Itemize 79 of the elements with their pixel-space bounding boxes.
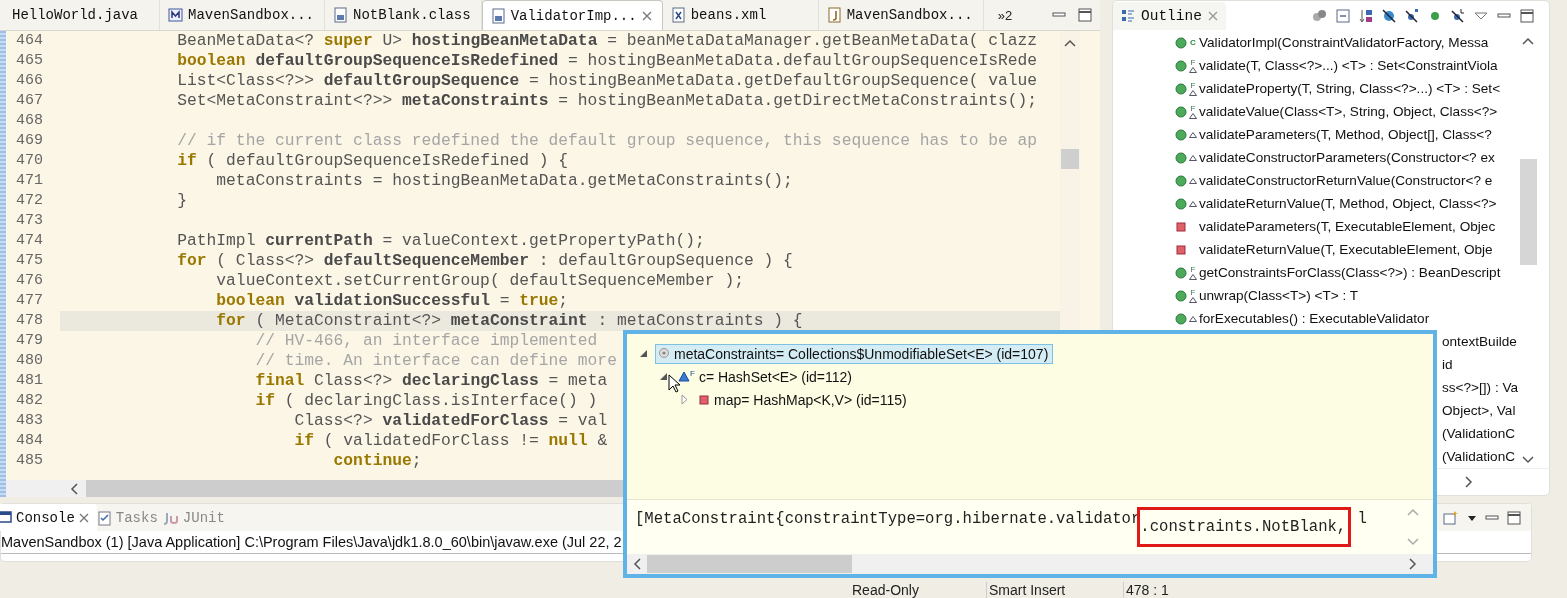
modifier-label: F — [1190, 265, 1196, 274]
outline-item[interactable]: F validateProperty(T, String, Class<?>...) <T> : Set< — [1113, 77, 1519, 100]
process-label: MavenSandbox (1) [Java Application] C:\Program Files\Java\jdk1.8.0_60\bin\javaw.exe (Jul 22, 2 — [1, 534, 622, 550]
line-number: 471 — [15, 171, 44, 191]
status-field: Smart Insert — [986, 582, 1123, 598]
outline-item[interactable]: validateParameters(T, Method, Object[], Class<? — [1113, 123, 1519, 146]
editor-tab[interactable]: NotBlank.class — [325, 0, 482, 30]
code-line: // if the current class redefined the default group sequence, this sequence has to be ap — [176, 131, 1038, 151]
detail-text: l — [1356, 510, 1367, 530]
line-number: 485 — [15, 451, 44, 471]
outline-item[interactable]: F unwrap(Class<T>) <T> : T — [1113, 284, 1519, 307]
modifier-label: F — [1190, 104, 1196, 113]
line-number: 474 — [15, 231, 44, 251]
annotation-box: .constraints.NotBlank, — [1140, 510, 1349, 544]
line-number: 482 — [15, 391, 44, 411]
line-number: 479 — [15, 331, 44, 351]
code-line: BeanMetaData<? super U> hostingBeanMetaData = beanMetaDataManager.getBeanMetaData( clazz — [176, 31, 1038, 51]
code-line: boolean validationSuccessful = true; — [215, 291, 569, 311]
code-line: Class<?> validatedForClass = val — [293, 411, 608, 431]
line-number: 466 — [15, 71, 44, 91]
editor-tab[interactable]: MavenSandbox... — [818, 0, 984, 30]
code-line: // HV-466, an interface implemented — [254, 331, 598, 351]
line-number: 483 — [15, 411, 44, 431]
line-number: 470 — [15, 151, 44, 171]
outline-item[interactable]: forExecutables() : ExecutableValidator — [1113, 307, 1519, 330]
code-line: if ( defaultGroupSequenceIsRedefined ) { — [176, 151, 569, 171]
outline-item[interactable]: validateConstructorReturnValue(Constructor<? e — [1113, 169, 1519, 192]
code-line: valueContext.setCurrentGroup( defaultSequenceMember ); — [215, 271, 744, 291]
detail-text: [MetaConstraint{constraintType=org.hibernate.validator — [635, 510, 1141, 530]
more-tabs-button[interactable]: »2 — [997, 7, 1013, 23]
code-line: for ( Class<?> defaultSequenceMember : defaultGroupSequence ) { — [176, 251, 793, 271]
line-number: 484 — [15, 431, 44, 451]
code-line: final Class<?> declaringClass = meta — [254, 371, 608, 391]
line-number: 467 — [15, 91, 44, 111]
outline-item[interactable]: F getConstraintsForClass(Class<?>) : BeanDescript — [1113, 261, 1519, 284]
line-number: 473 — [15, 211, 44, 231]
line-number: 476 — [15, 271, 44, 291]
line-number: 468 — [15, 111, 44, 131]
outline-item[interactable]: validateReturnValue(T, Method, Object, Class<?> — [1113, 192, 1519, 215]
code-line: boolean defaultGroupSequenceIsRedefined = hostingBeanMetaData.defaultGroupSequenceIsRede — [176, 51, 1038, 71]
modifier-label: F — [690, 370, 695, 378]
outline-item[interactable]: validateReturnValue(T, ExecutableElement, Obje — [1113, 238, 1519, 261]
modifier-label: F — [1190, 58, 1196, 67]
line-number: 472 — [15, 191, 44, 211]
variable-node[interactable]: metaConstraints= Collections$UnmodifiableSet<E> (id=107) — [655, 343, 1054, 364]
code-line: // time. An interface can define more — [254, 351, 617, 371]
outline-item[interactable]: validateConstructorParameters(Constructor<? ex — [1113, 146, 1519, 169]
code-line: PathImpl currentPath = valueContext.getPropertyPath(); — [176, 231, 705, 251]
line-number: 477 — [15, 291, 44, 311]
line-number: 475 — [15, 251, 44, 271]
line-number: 478 — [15, 311, 44, 331]
code-line: if ( declaringClass.isInterface() ) — [254, 391, 598, 411]
code-line: List<Class<?>> defaultGroupSequence = hostingBeanMetaData.getDefaultGroupSequence( value — [176, 71, 1038, 91]
outline-item[interactable]: validateParameters(T, ExecutableElement, Objec — [1113, 215, 1519, 238]
line-number: 481 — [15, 371, 44, 391]
line-number: 465 — [15, 51, 44, 71]
console-tab[interactable]: Console — [0, 504, 97, 531]
outline-item[interactable]: C ValidatorImpl(ConstraintValidatorFactory, Messa — [1113, 31, 1519, 54]
code-line: } — [176, 191, 187, 211]
status-field: 478 : 1 — [1123, 582, 1260, 598]
editor-tab[interactable]: MavenSandbox... — [160, 0, 326, 30]
modifier-label: C — [1190, 38, 1196, 47]
status-field: Read-Only — [850, 582, 986, 598]
outline-tab[interactable]: Outline — [1113, 2, 1226, 30]
editor-tab[interactable]: ValidatorImp... — [481, 0, 663, 30]
code-line: Set<MetaConstraint<?>> metaConstraints = hostingBeanMetaData.getDirectMetaConstraints(); — [176, 91, 1038, 111]
line-number: 480 — [15, 351, 44, 371]
line-number: 464 — [15, 31, 44, 51]
modifier-label: F — [1190, 81, 1196, 90]
modifier-label: F — [1190, 288, 1196, 297]
editor-tab[interactable]: beans.xml — [662, 0, 819, 30]
editor-tab[interactable]: HelloWorld.java — [0, 0, 160, 30]
outline-item[interactable]: F validate(T, Class<?>...) <T> : Set<ConstraintViola — [1113, 54, 1519, 77]
code-line: metaConstraints = hostingBeanMetaData.getMetaConstraints(); — [215, 171, 793, 191]
outline-item[interactable]: F validateValue(Class<T>, String, Object, Class<?> — [1113, 100, 1519, 123]
code-line: continue; — [332, 451, 422, 471]
line-number: 469 — [15, 131, 44, 151]
variable-node[interactable]: map= HashMap<K,V> (id=115) — [695, 389, 912, 410]
code-line: if ( validatedForClass != null & — [293, 431, 608, 451]
